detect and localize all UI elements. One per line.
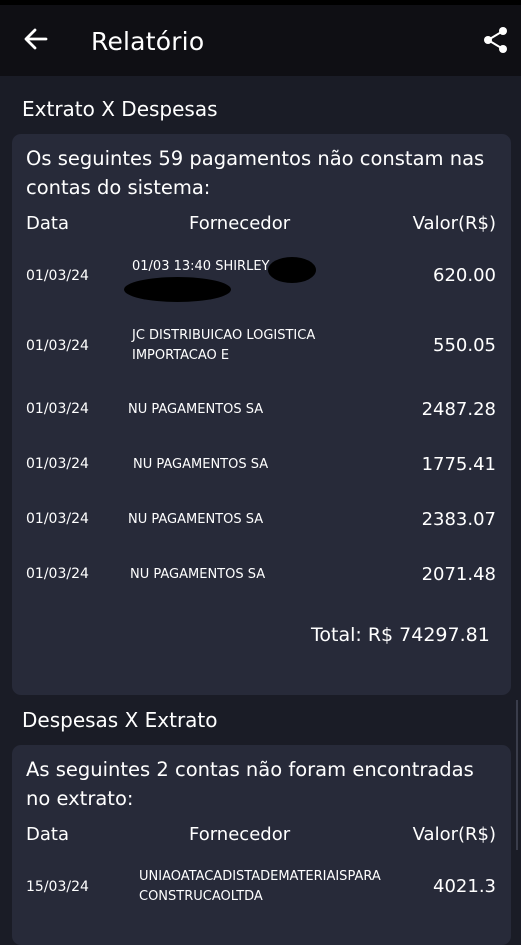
row-supplier-line1: JC DISTRIBUICAO LOGISTICA: [132, 328, 316, 343]
row-value: 550.05: [433, 335, 496, 356]
column-header-value: Valor(R$): [412, 824, 496, 845]
row-date: 01/03/24: [26, 401, 89, 417]
column-header-value: Valor(R$): [412, 213, 496, 234]
total-amount: Total: R$ 74297.81: [311, 624, 490, 646]
column-header-date: Data: [26, 213, 69, 234]
row-date: 01/03/24: [26, 566, 89, 582]
row-supplier-line1: 01/03 13:40 SHIRLEY: [132, 259, 270, 274]
row-date: 01/03/24: [26, 338, 89, 354]
row-supplier: UNIAOATACADISTADEMATERIAISPARA CONSTRUCA…: [139, 867, 381, 907]
row-value: 1775.41: [421, 454, 496, 475]
page-title: Relatório: [91, 27, 205, 56]
row-supplier: JC DISTRIBUICAO LOGISTICA IMPORTACAO E: [132, 326, 315, 366]
app-bar: Relatório: [0, 0, 521, 76]
column-header-date: Data: [26, 824, 69, 845]
row-supplier-line2: CONSTRUCAOLTDA: [139, 889, 263, 904]
row-date: 01/03/24: [26, 268, 89, 284]
column-header-supplier: Fornecedor: [189, 213, 291, 234]
row-date: 15/03/24: [26, 879, 89, 895]
arrow-left-icon[interactable]: [22, 23, 50, 55]
row-value: 4021.3: [433, 876, 496, 897]
redaction-mark: [124, 277, 231, 302]
column-header-supplier: Fornecedor: [189, 824, 291, 845]
row-supplier: NU PAGAMENTOS SA: [130, 567, 266, 582]
row-supplier: 01/03 13:40 SHIRLEY: [132, 257, 269, 277]
row-value: 620.00: [433, 265, 496, 286]
section-title-despesas-extrato: Despesas X Extrato: [22, 708, 218, 732]
share-icon[interactable]: [481, 25, 511, 55]
unmatched-payments-card: Os seguintes 59 pagamentos não constam n…: [12, 134, 511, 695]
row-date: 01/03/24: [26, 456, 89, 472]
row-value: 2071.48: [421, 564, 496, 585]
scrollbar[interactable]: [516, 700, 518, 850]
row-supplier: NU PAGAMENTOS SA: [128, 402, 264, 417]
unmatched-accounts-card: As seguintes 2 contas não foram encontra…: [12, 745, 511, 945]
card-intro-text: Os seguintes 59 pagamentos não constam n…: [26, 147, 485, 199]
row-supplier-line2: IMPORTACAO E: [132, 348, 230, 363]
row-value: 2487.28: [421, 399, 496, 420]
row-supplier-line1: UNIAOATACADISTADEMATERIAISPARA: [139, 869, 381, 884]
card-intro-text: As seguintes 2 contas não foram encontra…: [26, 758, 474, 810]
section-title-extrato-despesas: Extrato X Despesas: [22, 97, 218, 121]
redaction-mark: [268, 257, 316, 283]
row-supplier: NU PAGAMENTOS SA: [128, 512, 264, 527]
row-supplier: NU PAGAMENTOS SA: [133, 457, 269, 472]
row-value: 2383.07: [421, 509, 496, 530]
row-date: 01/03/24: [26, 511, 89, 527]
